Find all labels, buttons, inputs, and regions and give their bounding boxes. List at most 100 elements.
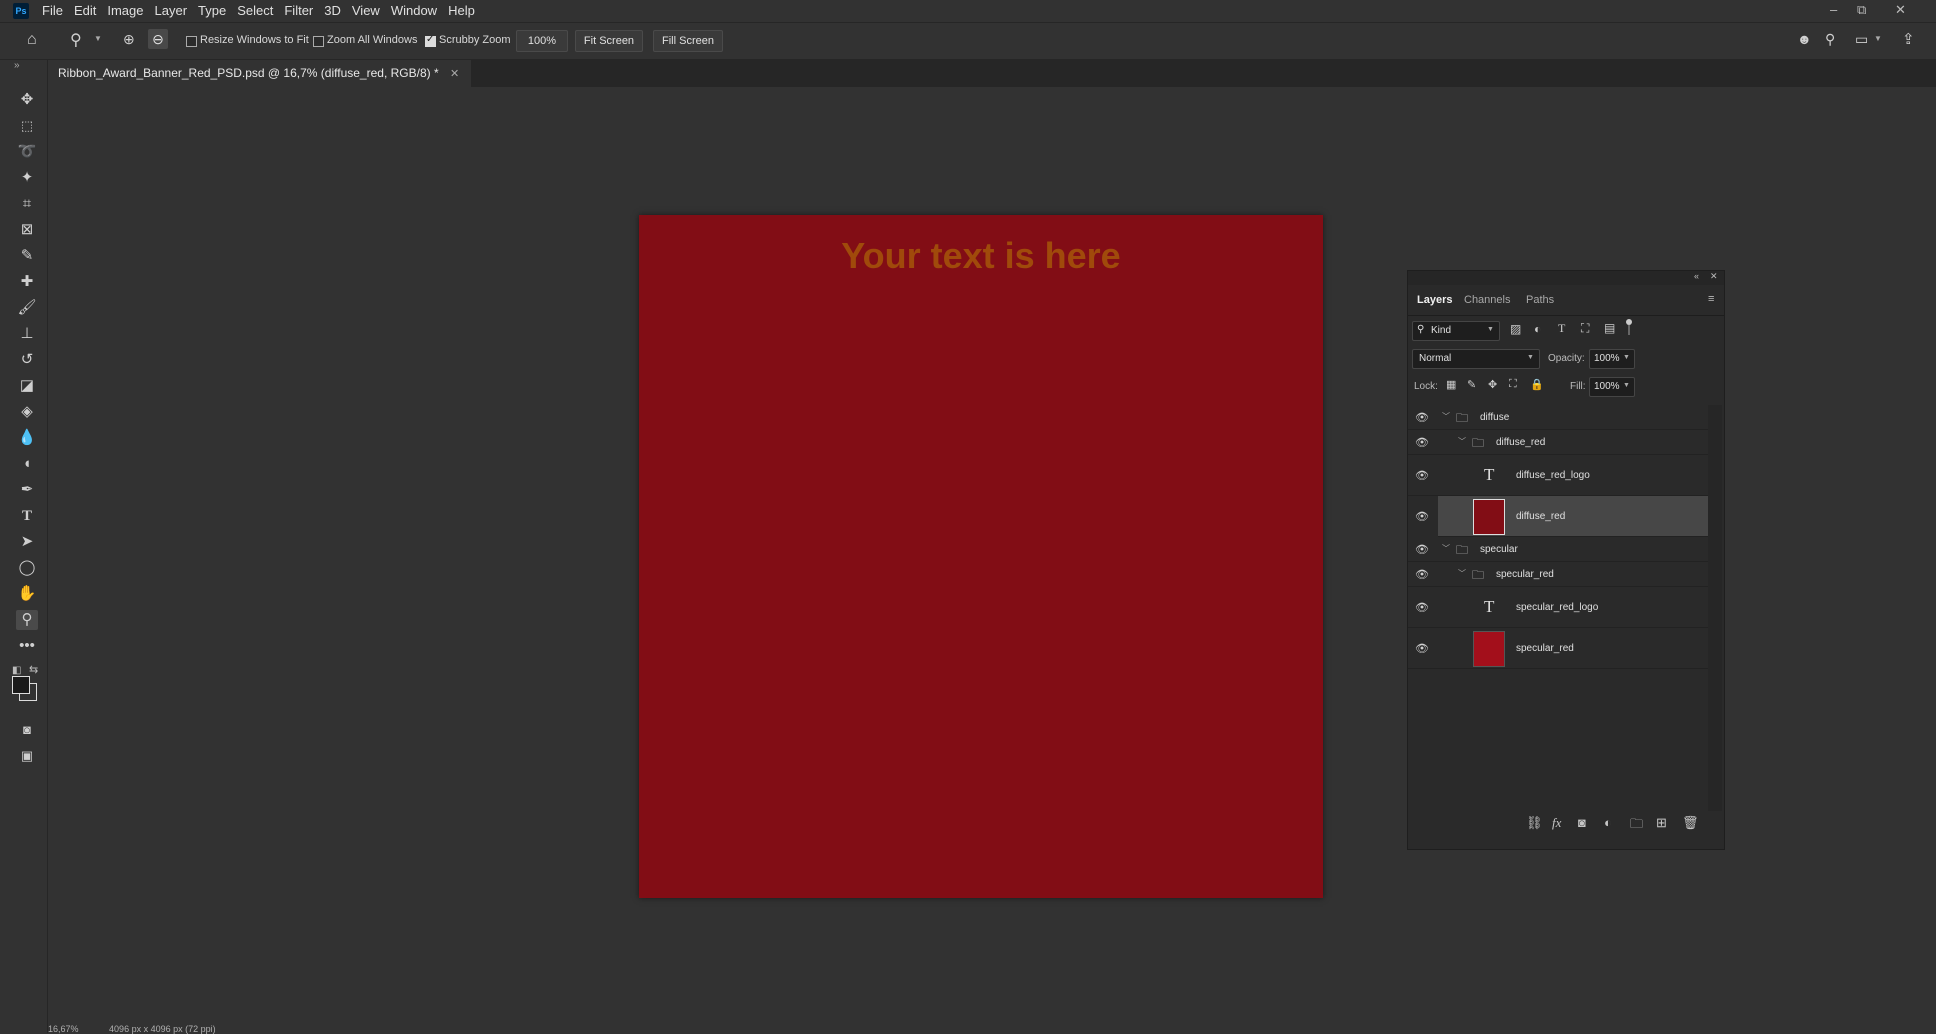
fill-field[interactable]: 100% ▼	[1589, 377, 1635, 397]
layer-row-group[interactable]: 👁 ﹀ 🗀 diffuse	[1408, 405, 1708, 430]
chevron-down-icon[interactable]: ﹀	[1458, 436, 1466, 447]
canvas-text-layer[interactable]: Your text is here	[639, 235, 1323, 277]
visibility-eye-icon[interactable]: 👁	[1415, 436, 1429, 449]
layer-row-group[interactable]: 👁 ﹀ 🗀 diffuse_red	[1408, 430, 1708, 455]
document-tab[interactable]: Ribbon_Award_Banner_Red_PSD.psd @ 16,7% …	[48, 60, 472, 87]
blur-tool-icon[interactable]: 💧	[16, 428, 38, 448]
menu-filter[interactable]: Filter	[282, 3, 322, 18]
new-group-icon[interactable]: 🗀	[1630, 815, 1643, 837]
lock-artboard-icon[interactable]: ⛶	[1509, 378, 1517, 391]
collapse-panel-icon[interactable]: «	[1694, 271, 1699, 281]
visibility-eye-icon[interactable]: 👁	[1415, 568, 1429, 581]
ellipse-tool-icon[interactable]: ◯	[16, 558, 38, 578]
layer-row-text[interactable]: 👁 T specular_red_logo	[1408, 587, 1708, 628]
healing-brush-tool-icon[interactable]: ✚	[16, 272, 38, 292]
panel-menu-icon[interactable]: ≡	[1708, 293, 1714, 305]
hand-tool-icon[interactable]: ✋	[16, 584, 38, 604]
filter-type-icon[interactable]: T	[1558, 321, 1565, 336]
menu-3d[interactable]: 3D	[322, 3, 350, 18]
eraser-tool-icon[interactable]: ◪	[16, 376, 38, 396]
visibility-eye-icon[interactable]: 👁	[1415, 510, 1429, 523]
layer-row-fill[interactable]: 👁 specular_red	[1408, 628, 1708, 669]
menu-type[interactable]: Type	[196, 3, 235, 18]
marquee-tool-icon[interactable]: ⬚	[16, 116, 38, 136]
dodge-tool-icon[interactable]: ◖	[16, 454, 38, 474]
menu-edit[interactable]: Edit	[72, 3, 105, 18]
scrubby-zoom-checkbox[interactable]	[425, 34, 436, 48]
frame-tool-icon[interactable]: ⊠	[16, 220, 38, 240]
close-panel-icon[interactable]: ✕	[1710, 271, 1718, 282]
share-user-icon[interactable]: ☻	[1797, 31, 1812, 47]
lock-transparent-icon[interactable]: ▦	[1446, 378, 1456, 391]
zoom-in-icon[interactable]: ⊕	[123, 31, 135, 48]
quick-mask-icon[interactable]: ◙	[16, 720, 38, 740]
filter-smart-object-icon[interactable]: ▤	[1604, 321, 1615, 335]
share-icon[interactable]: ⇪	[1902, 30, 1915, 48]
zoom-100-button[interactable]: 100%	[516, 30, 568, 52]
clone-stamp-tool-icon[interactable]: ⊥	[16, 324, 38, 344]
blend-mode-dropdown[interactable]: Normal ▼	[1412, 349, 1540, 369]
workspace-chevron-icon[interactable]: ▼	[1874, 34, 1882, 43]
crop-tool-icon[interactable]: ⌗	[16, 194, 38, 214]
filter-pixel-icon[interactable]: ▨	[1510, 322, 1521, 336]
fx-icon[interactable]: fx	[1552, 815, 1561, 831]
pen-tool-icon[interactable]: ✒	[16, 480, 38, 500]
filter-shape-icon[interactable]: ⛶	[1581, 321, 1589, 336]
home-icon[interactable]: ⌂	[27, 31, 37, 49]
layer-row-group[interactable]: 👁 ﹀ 🗀 specular_red	[1408, 562, 1708, 587]
search-icon[interactable]: ⚲	[1825, 31, 1835, 48]
tab-channels[interactable]: Channels	[1464, 294, 1510, 306]
adjustment-layer-icon[interactable]: ◐	[1604, 815, 1612, 830]
visibility-eye-icon[interactable]: 👁	[1415, 469, 1429, 482]
lock-position-icon[interactable]: ✥	[1488, 378, 1497, 391]
tab-paths[interactable]: Paths	[1526, 294, 1554, 306]
fill-screen-button[interactable]: Fill Screen	[653, 30, 723, 52]
menu-view[interactable]: View	[350, 3, 389, 18]
add-mask-icon[interactable]: ◙	[1578, 815, 1586, 830]
visibility-eye-icon[interactable]: 👁	[1415, 642, 1429, 655]
menu-window[interactable]: Window	[389, 3, 446, 18]
document-canvas[interactable]: Your text is here	[639, 215, 1323, 898]
layer-row-group[interactable]: 👁 ﹀ 🗀 specular	[1408, 537, 1708, 562]
layer-row-selected[interactable]: diffuse_red	[1438, 496, 1708, 537]
path-selection-tool-icon[interactable]: ➤	[16, 532, 38, 552]
resize-windows-checkbox[interactable]	[186, 34, 197, 48]
zoom-tool-icon[interactable]: ⚲	[70, 30, 82, 50]
filter-toggle[interactable]	[1626, 319, 1632, 337]
magic-wand-tool-icon[interactable]: ✦	[16, 168, 38, 188]
chevron-down-icon[interactable]: ﹀	[1442, 543, 1450, 554]
workspace-icon[interactable]: ▭	[1855, 31, 1868, 48]
menu-image[interactable]: Image	[105, 3, 152, 18]
menu-layer[interactable]: Layer	[153, 3, 197, 18]
zoom-out-icon[interactable]: ⊖	[148, 29, 168, 49]
restore-button[interactable]: ⧉	[1857, 2, 1866, 18]
opacity-field[interactable]: 100% ▼	[1589, 349, 1635, 369]
default-colors-icon[interactable]: ◧	[12, 665, 21, 676]
menu-file[interactable]: File	[40, 3, 72, 18]
chevron-down-icon[interactable]: ▼	[94, 34, 102, 43]
move-tool-icon[interactable]: ✥	[16, 90, 38, 110]
delete-layer-icon[interactable]: 🗑	[1682, 815, 1699, 831]
swap-colors-icon[interactable]: ⇆	[29, 663, 38, 676]
screen-mode-icon[interactable]: ▣	[16, 746, 38, 766]
layers-scrollbar[interactable]	[1708, 405, 1722, 811]
layer-row-text[interactable]: 👁 T diffuse_red_logo	[1408, 455, 1708, 496]
filter-adjustment-icon[interactable]: ◐	[1534, 322, 1541, 336]
close-window-button[interactable]: ✕	[1895, 2, 1906, 18]
tab-layers[interactable]: Layers	[1417, 294, 1452, 306]
type-tool-icon[interactable]: T	[16, 506, 38, 526]
visibility-eye-icon[interactable]: 👁	[1415, 543, 1429, 556]
visibility-eye-icon[interactable]: 👁	[1415, 601, 1429, 614]
close-tab-icon[interactable]: ✕	[450, 68, 459, 80]
menu-select[interactable]: Select	[235, 3, 282, 18]
lock-all-icon[interactable]: 🔒	[1530, 378, 1544, 391]
foreground-color-swatch[interactable]	[12, 676, 30, 694]
link-layers-icon[interactable]: ⛓	[1526, 815, 1543, 831]
chevron-down-icon[interactable]: ﹀	[1458, 568, 1466, 579]
menu-help[interactable]: Help	[446, 3, 484, 18]
brush-tool-icon[interactable]: 🖌	[16, 298, 38, 318]
paint-bucket-tool-icon[interactable]: ◈	[16, 402, 38, 422]
more-tools-icon[interactable]: •••	[16, 636, 38, 656]
fit-screen-button[interactable]: Fit Screen	[575, 30, 643, 52]
filter-kind-dropdown[interactable]: ⚲ Kind ▼	[1412, 321, 1500, 341]
